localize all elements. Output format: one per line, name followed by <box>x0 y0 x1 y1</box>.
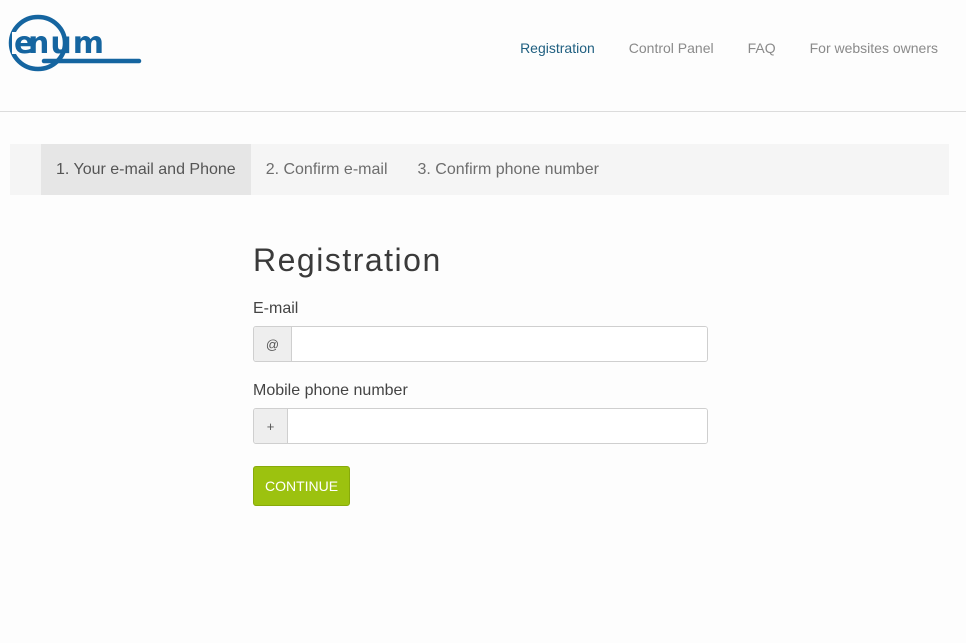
phone-input-group: + <box>253 408 708 444</box>
registration-form: Registration E-mail @ Mobile phone numbe… <box>253 238 708 506</box>
site-header: num e Registration Control Panel FAQ For… <box>0 0 966 112</box>
nav-registration[interactable]: Registration <box>520 38 595 58</box>
enum-logo[interactable]: num e <box>8 12 144 74</box>
steps-spacer <box>10 144 41 195</box>
step-confirm-phone[interactable]: 3. Confirm phone number <box>403 144 614 195</box>
main-nav: Registration Control Panel FAQ For websi… <box>486 38 938 58</box>
phone-field[interactable] <box>288 409 707 443</box>
nav-for-websites-owners[interactable]: For websites owners <box>810 38 938 58</box>
phone-label: Mobile phone number <box>253 382 408 399</box>
svg-text:e: e <box>14 26 34 61</box>
plus-sign-addon: + <box>254 409 288 443</box>
page-title: Registration <box>253 242 442 278</box>
nav-faq[interactable]: FAQ <box>748 38 776 58</box>
step-email-phone[interactable]: 1. Your e-mail and Phone <box>41 144 251 195</box>
email-field[interactable] <box>292 327 707 361</box>
step-confirm-email[interactable]: 2. Confirm e-mail <box>251 144 403 195</box>
email-label: E-mail <box>253 300 299 317</box>
registration-steps: 1. Your e-mail and Phone 2. Confirm e-ma… <box>10 144 949 195</box>
at-sign-addon: @ <box>254 327 292 361</box>
nav-control-panel[interactable]: Control Panel <box>629 38 714 58</box>
continue-button[interactable]: CONTINUE <box>253 466 351 506</box>
email-input-group: @ <box>253 326 708 362</box>
svg-text:num: num <box>28 26 105 61</box>
